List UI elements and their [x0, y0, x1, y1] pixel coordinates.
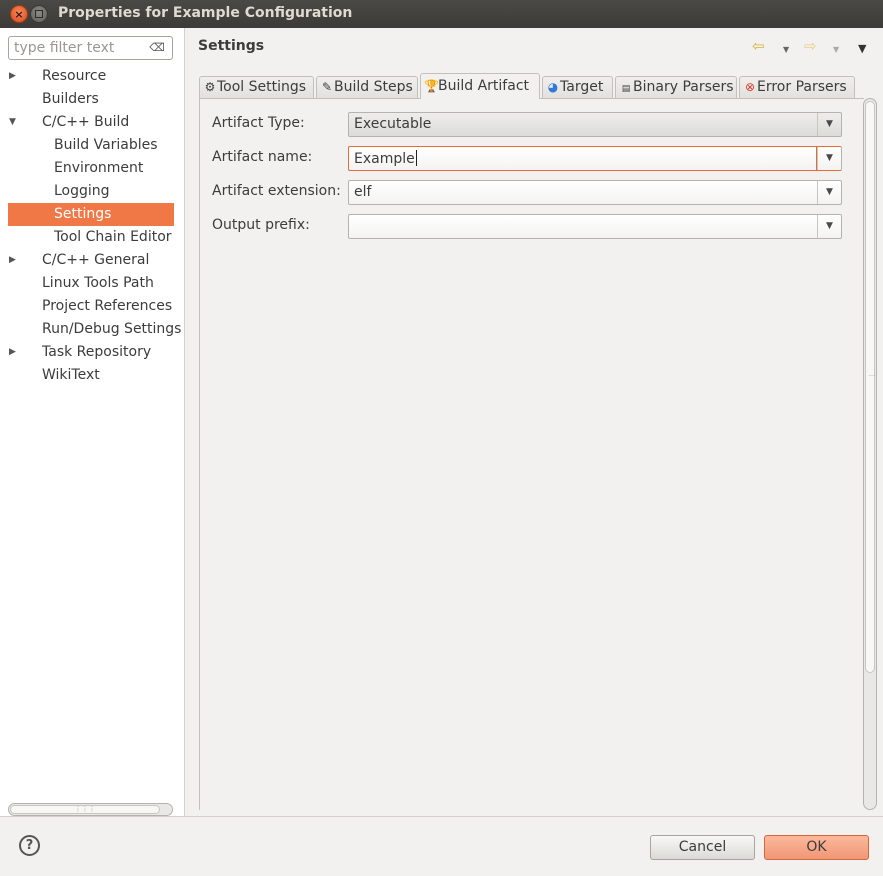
tree-item-label: Logging [54, 183, 110, 199]
artifact-name-label: Artifact name: [212, 149, 313, 165]
trophy-icon: 🏆 [424, 79, 439, 93]
tab-label: Binary Parsers [633, 79, 734, 95]
artifact-extension-input[interactable]: elf [349, 181, 817, 204]
tool-settings-icon: ⚙ [204, 80, 216, 94]
tree-item-builders[interactable]: Builders [0, 88, 184, 111]
tree-item-label: Environment [54, 160, 144, 176]
filter-input[interactable] [14, 40, 150, 56]
tab-build-artifact[interactable]: 🏆Build Artifact [420, 73, 540, 99]
artifact-name-input[interactable]: Example [349, 147, 817, 170]
tree-item-run-debug-settings[interactable]: Run/Debug Settings [0, 318, 184, 341]
filter-box: ⌫ [8, 36, 173, 60]
tab-target[interactable]: ◕ Target [542, 76, 613, 98]
tree-item-tool-chain-editor[interactable]: Tool Chain Editor [0, 226, 184, 249]
tree-item-c-c-general[interactable]: ▶ C/C++ General [0, 249, 184, 272]
settings-tabbar: ⚙ Tool Settings ✎ Build Steps 🏆Build Artif… [199, 73, 859, 99]
tree-item-label: Project References [42, 298, 173, 314]
tree-item-logging[interactable]: Logging [0, 180, 184, 203]
tree-item-label: Linux Tools Path [42, 275, 154, 291]
cancel-button[interactable]: Cancel [650, 835, 755, 860]
output-prefix-label: Output prefix: [212, 217, 310, 233]
ok-button[interactable]: OK [764, 835, 869, 860]
back-arrow-icon[interactable]: ⇦ [752, 38, 765, 54]
tree-item-wikitext[interactable]: WikiText [0, 364, 184, 387]
content-vertical-scrollbar[interactable]: ⋮ [863, 98, 877, 810]
tree-item-label: Resource [42, 68, 107, 84]
tab-error-parsers[interactable]: ⊗ Error Parsers [739, 76, 855, 98]
build-artifact-tab-content: Artifact Type: Executable ▼ Artifact nam… [199, 98, 864, 810]
build-steps-icon: ✎ [321, 80, 333, 94]
chevron-down-icon[interactable]: ▼ [817, 147, 841, 170]
tree-item-label: Build Variables [54, 137, 158, 153]
tree-scrollbar-thumb[interactable]: ⋮⋮⋮ [10, 805, 160, 814]
help-icon[interactable]: ? [19, 835, 40, 856]
tree-item-resource[interactable]: ▶ Resource [0, 65, 184, 88]
collapsed-twisty-icon[interactable]: ▶ [9, 65, 19, 88]
tree-item-label: Builders [42, 91, 99, 107]
property-page-tree-panel: ⌫ ▶ Resource Builders ▼ C/C++ Build Build Var… [0, 28, 185, 816]
collapsed-twisty-icon[interactable]: ▶ [9, 249, 19, 272]
tab-tool-settings[interactable]: ⚙ Tool Settings [199, 76, 314, 98]
artifact-type-select[interactable]: Executable ▼ [348, 112, 842, 137]
tab-label: Tool Settings [217, 79, 307, 95]
artifact-name-value: Example [354, 151, 415, 167]
clear-filter-icon[interactable]: ⌫ [149, 42, 165, 54]
tree-item-label: Settings [54, 206, 112, 222]
content-scrollbar-thumb[interactable]: ⋮ [865, 101, 876, 673]
tree-item-label: Tool Chain Editor [54, 229, 172, 245]
tab-build-steps[interactable]: ✎ Build Steps [316, 76, 418, 98]
dialog-button-bar: ? Cancel OK [0, 816, 883, 876]
tree-item-settings[interactable]: Settings [8, 203, 174, 226]
error-icon: ⊗ [744, 80, 756, 94]
tree-item-task-repository[interactable]: ▶ Task Repository [0, 341, 184, 364]
forward-arrow-icon[interactable]: ⇨ [804, 38, 817, 54]
close-window-icon[interactable]: × [10, 5, 28, 23]
tree-item-label: WikiText [42, 367, 100, 383]
forward-history-chevron-icon[interactable]: ▼ [833, 42, 839, 58]
property-tree: ▶ Resource Builders ▼ C/C++ Build Build Varia… [0, 65, 184, 387]
tab-label: Build Artifact [438, 78, 529, 94]
tree-item-project-references[interactable]: Project References [0, 295, 184, 318]
tab-binary-parsers[interactable]: ▤ Binary Parsers [615, 76, 737, 98]
tree-item-label: Task Repository [42, 344, 152, 360]
artifact-name-combo[interactable]: Example ▼ [348, 146, 842, 171]
artifact-extension-value: elf [354, 184, 372, 200]
tree-item-label: Run/Debug Settings [42, 321, 182, 337]
artifact-type-label: Artifact Type: [212, 115, 305, 131]
window-titlebar: × Properties for Example Configuration [0, 0, 883, 28]
tree-item-linux-tools-path[interactable]: Linux Tools Path [0, 272, 184, 295]
maximize-window-icon[interactable] [30, 5, 48, 23]
view-menu-icon[interactable]: ▼ [858, 41, 866, 57]
expanded-twisty-icon[interactable]: ▼ [9, 111, 19, 134]
collapsed-twisty-icon[interactable]: ▶ [9, 341, 19, 364]
artifact-type-value: Executable [354, 116, 432, 132]
target-icon: ◕ [547, 80, 559, 94]
tree-horizontal-scrollbar[interactable]: ⋮⋮⋮ [8, 803, 173, 816]
binary-icon: ▤ [621, 84, 631, 94]
page-title: Settings [198, 38, 265, 54]
artifact-extension-combo[interactable]: elf ▼ [348, 180, 842, 205]
output-prefix-input[interactable] [349, 215, 817, 238]
output-prefix-combo[interactable]: ▼ [348, 214, 842, 239]
chevron-down-icon[interactable]: ▼ [817, 215, 841, 238]
text-caret [415, 150, 417, 166]
artifact-extension-label: Artifact extension: [212, 183, 341, 199]
tree-item-c-c-build[interactable]: ▼ C/C++ Build [0, 111, 184, 134]
tree-item-build-variables[interactable]: Build Variables [0, 134, 184, 157]
back-history-chevron-icon[interactable]: ▼ [783, 42, 789, 58]
tab-label: Error Parsers [757, 79, 847, 95]
tree-item-label: C/C++ Build [42, 114, 130, 130]
tab-label: Target [560, 79, 604, 95]
tree-item-label: C/C++ General [42, 252, 150, 268]
window-title: Properties for Example Configuration [58, 5, 353, 21]
chevron-down-icon[interactable]: ▼ [817, 113, 841, 136]
chevron-down-icon[interactable]: ▼ [817, 181, 841, 204]
tree-item-environment[interactable]: Environment [0, 157, 184, 180]
settings-page: Settings ⇦ ▼ ⇨ ▼ ▼ ⚙ Tool Settings ✎ Build… [185, 28, 883, 816]
tab-label: Build Steps [334, 79, 413, 95]
